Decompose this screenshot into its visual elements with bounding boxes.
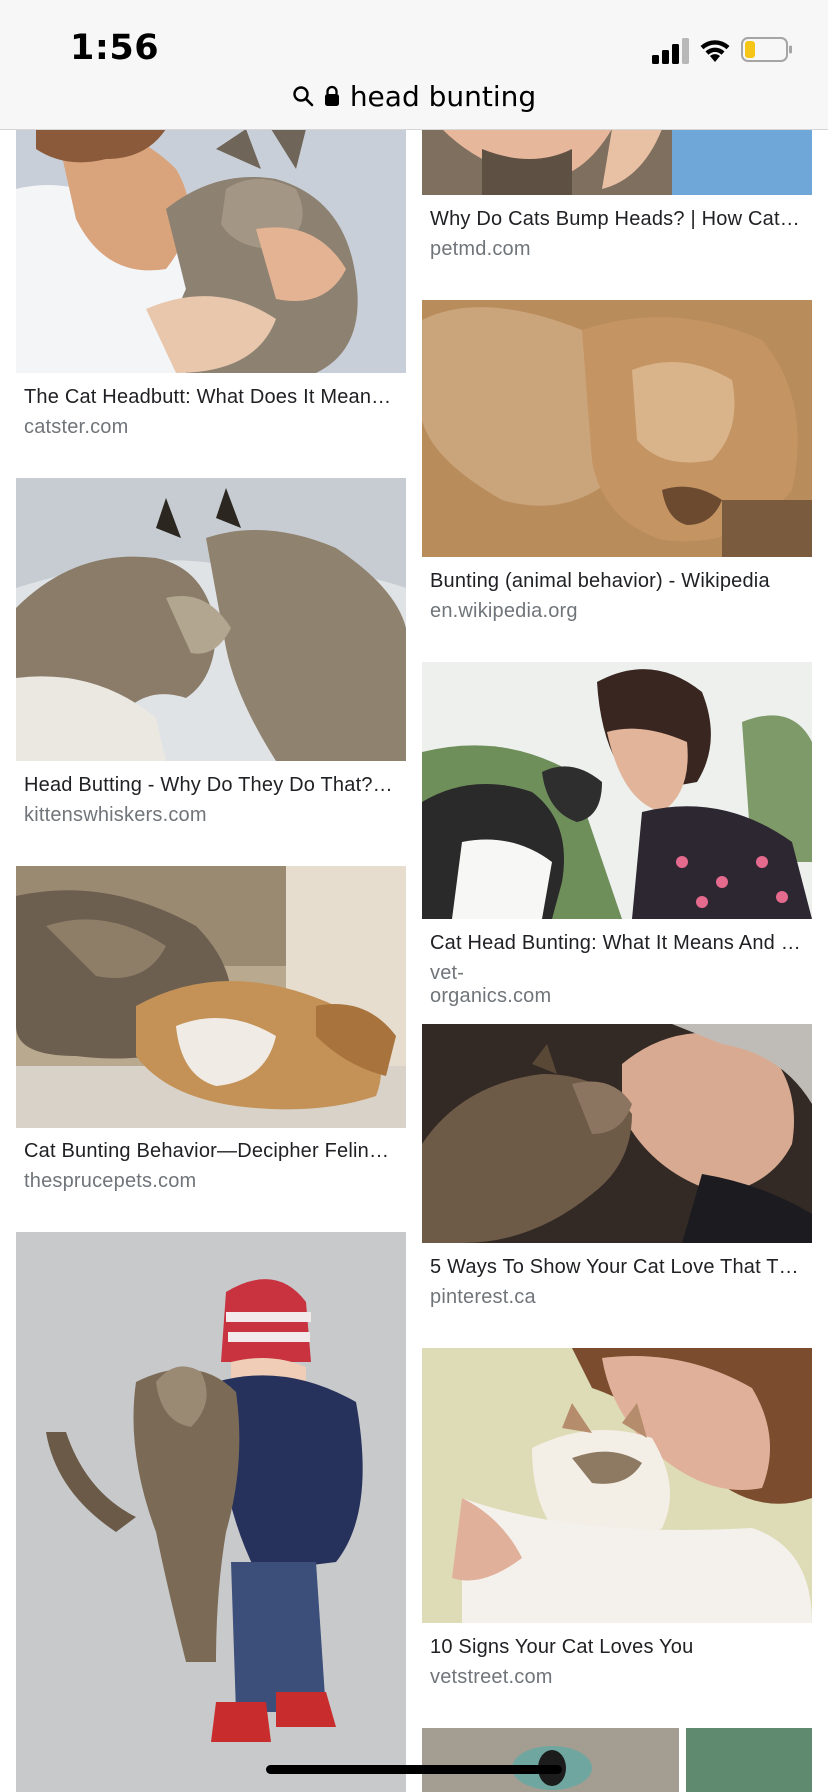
result-image[interactable] <box>422 1728 679 1792</box>
cellular-signal-icon <box>652 38 690 64</box>
result-image[interactable] <box>422 1348 812 1623</box>
result-source: thesprucepets.com <box>24 1170 197 1192</box>
result-image[interactable] <box>686 1728 812 1792</box>
result-title[interactable]: Head Butting - Why Do They Do That? |… <box>24 774 396 797</box>
battery-icon <box>741 37 793 62</box>
home-indicator[interactable] <box>266 1765 562 1774</box>
result-title[interactable]: Cat Bunting Behavior—Decipher Feline … <box>24 1140 396 1163</box>
result-source: kittenswhiskers.com <box>24 804 207 826</box>
result-source: en.wikipedia.org <box>430 600 578 622</box>
result-source: pinterest.ca <box>430 1286 536 1308</box>
result-image[interactable] <box>16 866 406 1128</box>
address-bar[interactable]: head bunting <box>0 76 828 116</box>
status-time: 1:56 <box>70 28 160 68</box>
lock-icon <box>324 85 340 107</box>
result-image[interactable] <box>16 1232 406 1792</box>
result-title[interactable]: The Cat Headbutt: What Does It Mean, … <box>24 386 396 409</box>
wifi-icon <box>698 36 732 64</box>
result-image[interactable] <box>422 1024 812 1243</box>
result-title[interactable]: 10 Signs Your Cat Loves You <box>430 1636 802 1659</box>
result-source: petmd.com <box>430 238 531 260</box>
result-title[interactable]: Cat Head Bunting: What It Means And … <box>430 932 802 955</box>
result-title[interactable]: 5 Ways To Show Your Cat Love That T… <box>430 1256 802 1279</box>
result-image[interactable] <box>422 662 812 919</box>
result-image[interactable] <box>422 300 812 557</box>
result-title[interactable]: Why Do Cats Bump Heads? | How Cats… <box>430 208 802 231</box>
result-source: catster.com <box>24 416 129 438</box>
result-source: vetstreet.com <box>430 1666 553 1688</box>
result-source: vet-organics.com <box>430 962 552 1007</box>
search-icon <box>292 85 314 107</box>
result-image[interactable] <box>422 129 812 195</box>
result-title[interactable]: Bunting (animal behavior) - Wikipedia <box>430 570 802 593</box>
result-image[interactable] <box>16 129 406 373</box>
address-url[interactable]: head bunting <box>350 80 536 113</box>
browser-top-bar: 1:56 head bunting <box>0 0 828 130</box>
result-image[interactable] <box>16 478 406 761</box>
